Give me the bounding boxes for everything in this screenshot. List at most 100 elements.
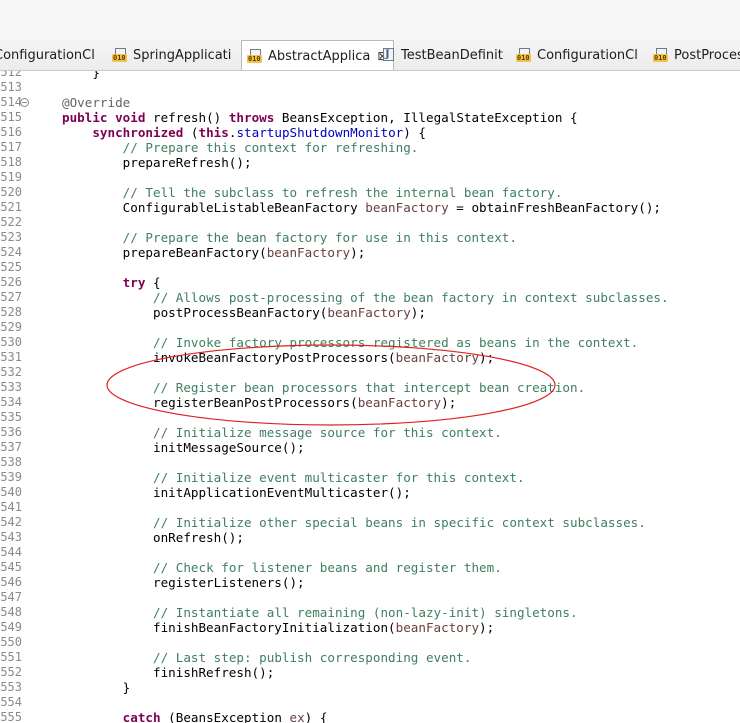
code-line[interactable]: 517 // Prepare this context for refreshi… bbox=[0, 140, 740, 155]
code-line[interactable]: 525 bbox=[0, 260, 740, 275]
code-line[interactable]: 536 // Initialize message source for thi… bbox=[0, 425, 740, 440]
code-editor[interactable]: 512 } 513 514− @Override 515 public void refr… bbox=[0, 71, 740, 723]
code-line[interactable]: 518 prepareRefresh(); bbox=[0, 155, 740, 170]
code-line[interactable]: 516 synchronized (this.startupShutdownMo… bbox=[0, 125, 740, 140]
tab-test-bean-definition[interactable]: J TestBeanDefinit bbox=[381, 40, 503, 70]
code-line[interactable]: 523 // Prepare the bean factory for use … bbox=[0, 230, 740, 245]
tab-abstract-application[interactable]: 010 AbstractApplica ⊠ bbox=[241, 40, 395, 70]
code-line[interactable]: 543 onRefresh(); bbox=[0, 530, 740, 545]
code-line[interactable]: 551 // Last step: publish corresponding … bbox=[0, 650, 740, 665]
code-keyword: public bbox=[62, 110, 108, 125]
line-number: 515 bbox=[0, 110, 22, 124]
code-comment: // Prepare this context for refreshing. bbox=[122, 140, 419, 155]
code-token: } bbox=[62, 680, 131, 695]
line-number: 523 bbox=[0, 230, 22, 244]
line-number: 546 bbox=[0, 575, 22, 589]
code-line[interactable]: 515 public void refresh() throws BeansExc… bbox=[0, 110, 740, 125]
line-number: 549 bbox=[0, 620, 22, 634]
code-line[interactable]: 533 // Register bean processors that int… bbox=[0, 380, 740, 395]
line-number: 553 bbox=[0, 680, 22, 694]
code-line[interactable]: 534 registerBeanPostProcessors(beanFacto… bbox=[0, 395, 740, 410]
code-token: ); bbox=[350, 245, 366, 260]
code-keyword: throws bbox=[228, 110, 275, 125]
code-line[interactable]: 528 postProcessBeanFactory(beanFactory); bbox=[0, 305, 740, 320]
code-line[interactable]: 544 bbox=[0, 545, 740, 560]
code-line[interactable]: 540 initApplicationEventMulticaster(); bbox=[0, 485, 740, 500]
code-line[interactable]: 554 bbox=[0, 695, 740, 710]
line-number: 521 bbox=[0, 200, 22, 214]
line-number: 517 bbox=[0, 140, 22, 154]
tab-spring-application[interactable]: 010 SpringApplicati bbox=[112, 40, 231, 70]
code-line[interactable]: 542 // Initialize other special beans in… bbox=[0, 515, 740, 530]
code-line[interactable]: 549 finishBeanFactoryInitialization(bean… bbox=[0, 620, 740, 635]
code-line[interactable]: 532 bbox=[0, 365, 740, 380]
tab-label: PostProcess bbox=[674, 47, 740, 63]
code-text: // Initialize message source for this co… bbox=[62, 425, 502, 440]
line-number: 516 bbox=[0, 125, 22, 139]
tab-configuration-class-1[interactable]: ConfigurationCl bbox=[0, 40, 95, 70]
code-line[interactable]: 552 finishRefresh(); bbox=[0, 665, 740, 680]
code-line[interactable]: 538 bbox=[0, 455, 740, 470]
tab-post-process[interactable]: 010 PostProcess bbox=[653, 40, 740, 70]
code-line[interactable]: 512 } bbox=[0, 71, 740, 80]
line-number: 535 bbox=[0, 410, 22, 424]
code-line[interactable]: 555 catch (BeansException ex) { bbox=[0, 710, 740, 723]
code-text: // Last step: publish corresponding even… bbox=[62, 650, 471, 665]
code-line[interactable]: 546 registerListeners(); bbox=[0, 575, 740, 590]
code-line[interactable]: 539 // Initialize event multicaster for … bbox=[0, 470, 740, 485]
line-number: 540 bbox=[0, 485, 22, 499]
tab-configuration-class-2[interactable]: 010 ConfigurationCl bbox=[516, 40, 638, 70]
code-text: onRefresh(); bbox=[62, 530, 244, 545]
line-number: 545 bbox=[0, 560, 22, 574]
code-line[interactable]: 514− @Override bbox=[0, 95, 740, 110]
code-token: (BeansException bbox=[160, 710, 290, 723]
line-number: 534 bbox=[0, 395, 22, 409]
line-number: 514 bbox=[0, 95, 22, 109]
line-number: 526 bbox=[0, 275, 22, 289]
code-comment: // Instantiate all remaining (non-lazy-i… bbox=[153, 605, 578, 620]
line-number: 512 bbox=[0, 71, 22, 79]
code-line[interactable]: 548 // Instantiate all remaining (non-la… bbox=[0, 605, 740, 620]
code-line[interactable]: 524 prepareBeanFactory(beanFactory); bbox=[0, 245, 740, 260]
code-line[interactable]: 513 bbox=[0, 80, 740, 95]
line-number: 544 bbox=[0, 545, 22, 559]
code-line[interactable]: 553 } bbox=[0, 680, 740, 695]
code-token: refresh() bbox=[145, 110, 229, 125]
code-line[interactable]: 521 ConfigurableListableBeanFactory bean… bbox=[0, 200, 740, 215]
class-file-icon: 010 bbox=[112, 47, 128, 63]
code-token: initApplicationEventMulticaster(); bbox=[62, 485, 411, 500]
code-line[interactable]: 531 invokeBeanFactoryPostProcessors(bean… bbox=[0, 350, 740, 365]
code-line[interactable]: 535 bbox=[0, 410, 740, 425]
fold-toggle-icon[interactable]: − bbox=[20, 98, 29, 107]
code-comment: // Tell the subclass to refresh the inte… bbox=[122, 185, 563, 200]
line-number: 531 bbox=[0, 350, 22, 364]
line-number: 554 bbox=[0, 695, 22, 709]
code-text: finishBeanFactoryInitialization(beanFact… bbox=[62, 620, 494, 635]
tab-label: AbstractApplica bbox=[268, 48, 371, 64]
code-line[interactable]: 545 // Check for listener beans and regi… bbox=[0, 560, 740, 575]
code-line[interactable]: 529 bbox=[0, 320, 740, 335]
code-line[interactable]: 547 bbox=[0, 590, 740, 605]
code-line[interactable]: 537 initMessageSource(); bbox=[0, 440, 740, 455]
code-line[interactable]: 519 bbox=[0, 170, 740, 185]
code-line[interactable]: 522 bbox=[0, 215, 740, 230]
code-line[interactable]: 520 // Tell the subclass to refresh the … bbox=[0, 185, 740, 200]
code-keyword: void bbox=[115, 110, 146, 125]
code-line[interactable]: 526 try { bbox=[0, 275, 740, 290]
code-keyword: try bbox=[122, 275, 146, 290]
line-number: 529 bbox=[0, 320, 22, 334]
line-number: 543 bbox=[0, 530, 22, 544]
code-text: prepareBeanFactory(beanFactory); bbox=[62, 245, 366, 260]
code-comment: // Register bean processors that interce… bbox=[153, 380, 586, 395]
code-line[interactable]: 530 // Invoke factory processors registe… bbox=[0, 335, 740, 350]
code-line[interactable]: 527 // Allows post-processing of the bea… bbox=[0, 290, 740, 305]
code-line[interactable]: 550 bbox=[0, 635, 740, 650]
code-line[interactable]: 541 bbox=[0, 500, 740, 515]
